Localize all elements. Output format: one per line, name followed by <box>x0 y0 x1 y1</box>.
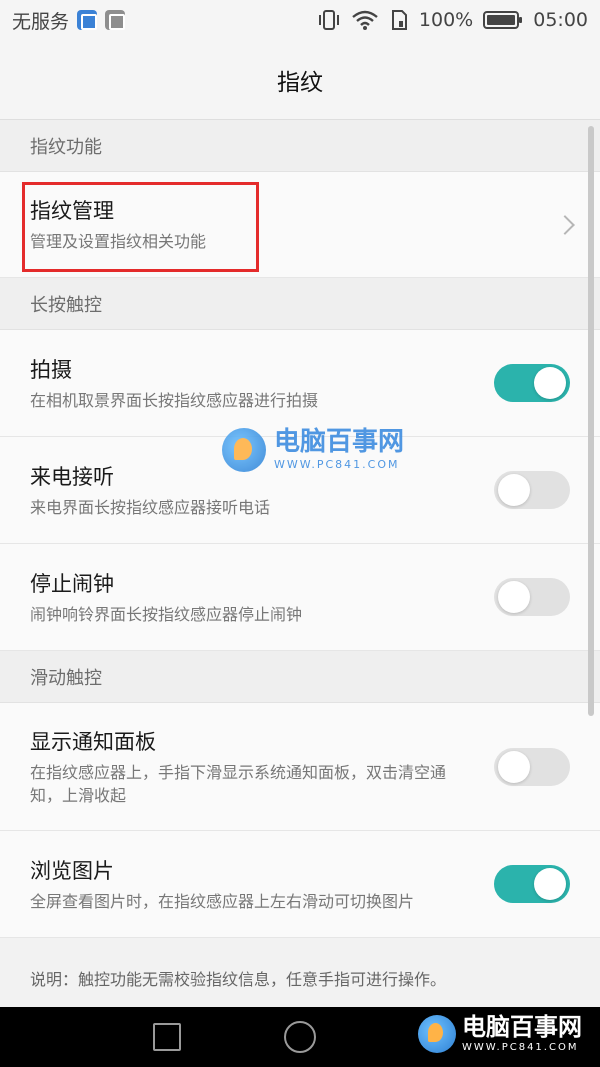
nav-watermark: 电脑百事网 WWW.PC841.COM <box>418 1015 582 1053</box>
capture-subtitle: 在相机取景界面长按指纹感应器进行拍摄 <box>30 390 319 410</box>
notification-panel-subtitle: 在指纹感应器上，手指下滑显示系统通知面板，双击清空通知，上滑收起 <box>30 763 447 805</box>
notification-panel-toggle[interactable] <box>494 747 570 786</box>
health-app-icon <box>77 10 98 30</box>
page-title: 指纹 <box>277 69 323 96</box>
browse-photos-toggle[interactable] <box>494 865 570 903</box>
stop-alarm-toggle[interactable] <box>494 578 570 616</box>
wifi-icon <box>352 10 378 30</box>
toggle-knob <box>534 868 566 900</box>
carrier-label: 无服务 <box>12 10 70 33</box>
scrollbar[interactable] <box>588 126 594 716</box>
watermark: 电脑百事网 WWW.PC841.COM <box>222 428 404 472</box>
watermark-url: WWW.PC841.COM <box>274 458 400 471</box>
settings-list[interactable]: 指纹功能 指纹管理 管理及设置指纹相关功能 长按触控 拍摄 在相机取景界面长按指… <box>0 120 600 1007</box>
capture-title: 拍摄 <box>30 357 72 382</box>
section-header-swipe: 滑动触控 <box>0 651 600 703</box>
stop-alarm-title: 停止闹钟 <box>30 571 114 596</box>
fingerprint-manage-item[interactable]: 指纹管理 管理及设置指纹相关功能 <box>0 172 600 278</box>
capture-toggle[interactable] <box>494 364 570 402</box>
watermark-name: 电脑百事网 <box>462 1013 582 1041</box>
section-header-fingerprint-functions: 指纹功能 <box>0 120 600 172</box>
toggle-knob <box>534 367 566 399</box>
watermark-url: WWW.PC841.COM <box>462 1042 579 1053</box>
browse-photos-item[interactable]: 浏览图片 全屏查看图片时，在指纹感应器上左右滑动可切换图片 <box>0 831 600 938</box>
toggle-knob <box>498 581 530 613</box>
notification-panel-item[interactable]: 显示通知面板 在指纹感应器上，手指下滑显示系统通知面板，双击清空通知，上滑收起 <box>0 703 600 831</box>
watermark-name: 电脑百事网 <box>274 427 405 457</box>
answer-call-subtitle: 来电界面长按指纹感应器接听电话 <box>30 497 271 517</box>
battery-percent: 100% <box>418 9 474 31</box>
stop-alarm-subtitle: 闹钟响铃界面长按指纹感应器停止闹钟 <box>30 604 303 624</box>
notification-panel-title: 显示通知面板 <box>30 730 156 755</box>
fingerprint-manage-title: 指纹管理 <box>30 199 114 224</box>
gallery-app-icon <box>105 10 126 30</box>
watermark-logo-icon <box>222 428 266 472</box>
battery-icon <box>483 11 523 29</box>
stop-alarm-item[interactable]: 停止闹钟 闹钟响铃界面长按指纹感应器停止闹钟 <box>0 544 600 651</box>
section-header-long-press: 长按触控 <box>0 278 600 330</box>
browse-photos-subtitle: 全屏查看图片时，在指纹感应器上左右滑动可切换图片 <box>30 891 415 911</box>
browse-photos-title: 浏览图片 <box>30 858 114 883</box>
sim-icon <box>391 10 407 30</box>
answer-call-toggle[interactable] <box>494 471 570 509</box>
title-bar: 指纹 <box>0 40 600 120</box>
toggle-knob <box>498 474 530 506</box>
status-bar: 无服务 100% 05:00 <box>0 0 600 40</box>
fingerprint-manage-subtitle: 管理及设置指纹相关功能 <box>30 232 207 252</box>
recent-apps-icon[interactable] <box>153 1023 181 1051</box>
navigation-bar: 电脑百事网 WWW.PC841.COM <box>0 1007 600 1067</box>
capture-item[interactable]: 拍摄 在相机取景界面长按指纹感应器进行拍摄 <box>0 330 600 437</box>
home-icon[interactable] <box>284 1021 316 1053</box>
toggle-knob <box>498 750 530 783</box>
watermark-logo-icon <box>418 1015 456 1053</box>
footnote: 说明：触控功能无需校验指纹信息，任意手指可进行操作。 <box>30 970 447 989</box>
vibrate-icon <box>318 10 339 30</box>
clock: 05:00 <box>533 9 588 31</box>
